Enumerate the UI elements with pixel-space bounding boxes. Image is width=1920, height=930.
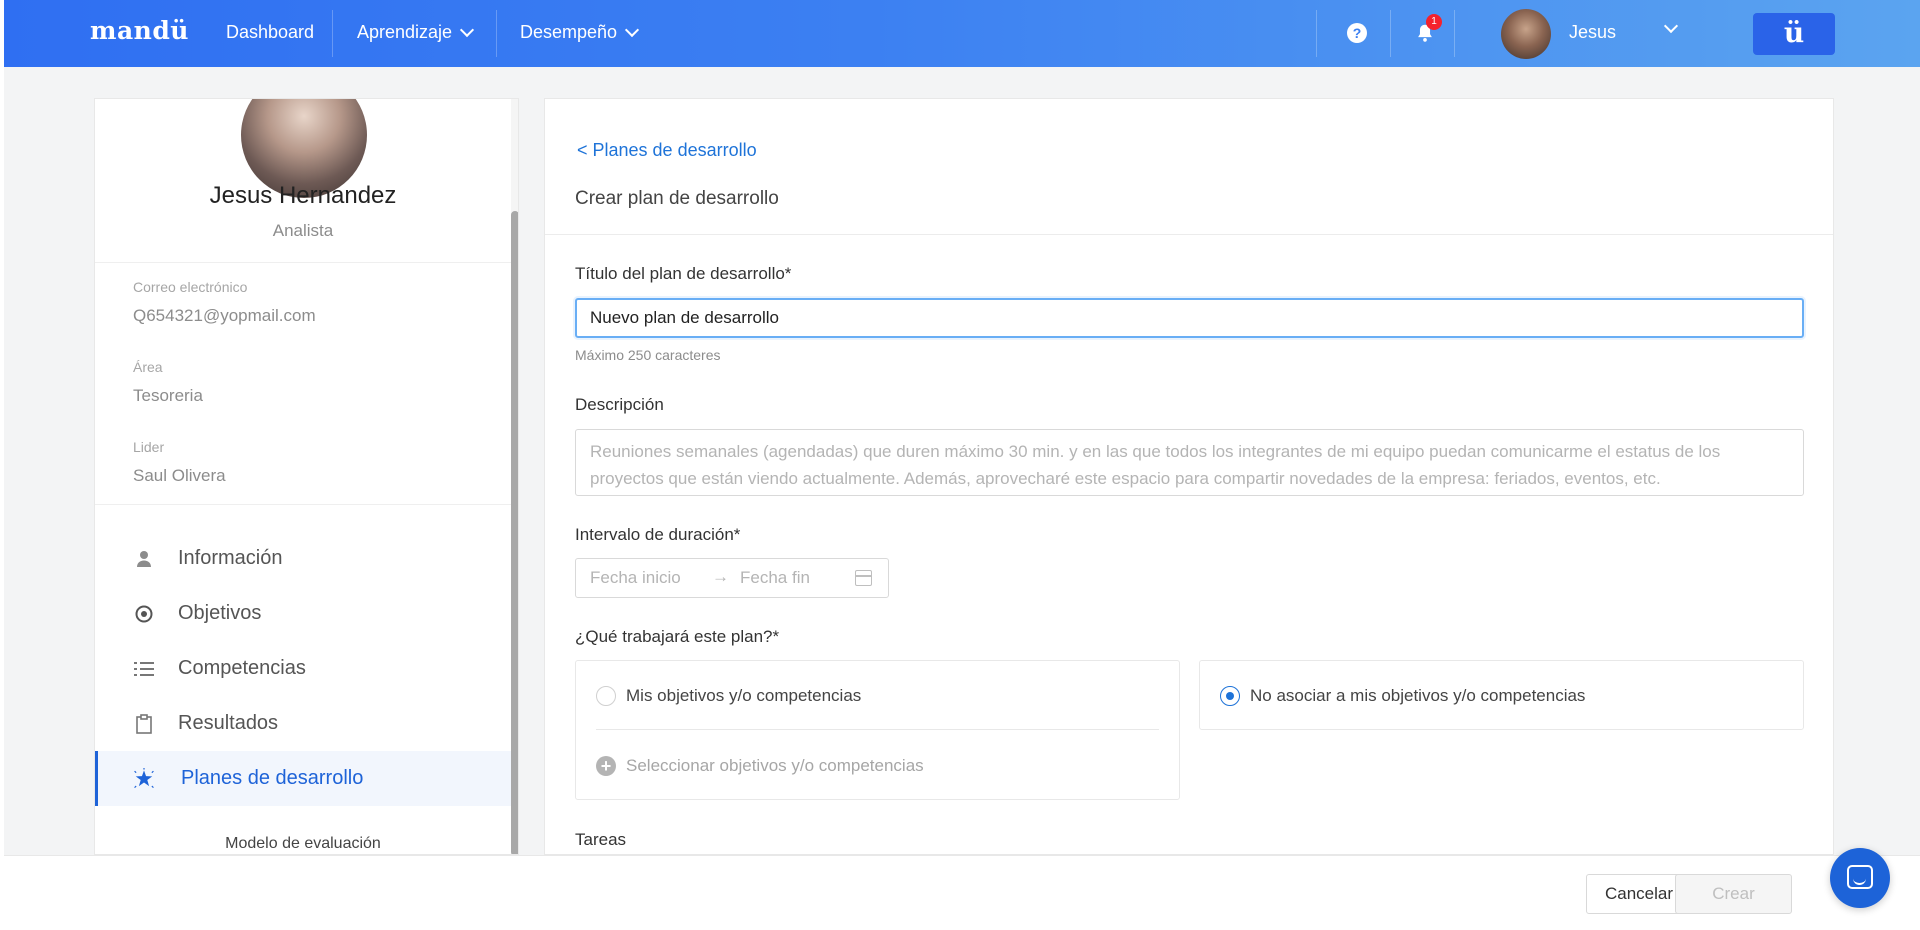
no-association-radio[interactable] — [1220, 686, 1240, 706]
email-value: Q654321@yopmail.com — [133, 306, 316, 325]
notification-badge: 1 — [1426, 14, 1442, 30]
nav-divider — [496, 10, 497, 57]
nav-divider — [332, 10, 333, 57]
nav-divider — [1454, 10, 1455, 57]
arrow-right-icon: → — [712, 567, 729, 586]
sidebar-item-label: Competencias — [178, 657, 306, 679]
clipboard-icon — [133, 713, 155, 735]
calendar-icon[interactable] — [855, 570, 872, 586]
chevron-down-icon[interactable] — [1663, 18, 1679, 34]
top-navigation-bar: mandü Dashboard Aprendizaje Desempeño ? … — [4, 0, 1920, 67]
sidebar-item-objetivos[interactable]: Objetivos — [95, 586, 511, 641]
duration-interval-label: Intervalo de duración* — [575, 525, 741, 544]
email-label: Correo electrónico — [133, 279, 248, 295]
user-name[interactable]: Jesus — [1569, 22, 1616, 43]
description-textarea[interactable]: Reuniones semanales (agendadas) que dure… — [575, 429, 1804, 496]
page-title: Crear plan de desarrollo — [575, 188, 779, 209]
sidebar-item-resultados[interactable]: Resultados — [95, 696, 511, 751]
tasks-label: Tareas — [575, 830, 627, 849]
own-objectives-label[interactable]: Mis objetivos y/o competencias — [626, 686, 861, 706]
description-placeholder-line: Reuniones semanales (agendadas) que dure… — [590, 442, 1721, 461]
area-value: Tesoreria — [133, 386, 203, 405]
chat-icon — [1847, 865, 1873, 889]
plan-title-hint: Máximo 250 caracteres — [575, 347, 721, 363]
leader-label: Lider — [133, 439, 165, 455]
nav-dashboard[interactable]: Dashboard — [226, 22, 314, 43]
plan-title-input[interactable]: Nuevo plan de desarrollo — [575, 298, 1804, 338]
leader-value: Saul Olivera — [133, 466, 226, 485]
description-placeholder-line: proyectos que están viendo actualmente. … — [590, 469, 1661, 488]
description-label: Descripción — [575, 395, 664, 414]
start-date-input[interactable]: Fecha inicio — [590, 568, 681, 588]
sidebar-item-informacion[interactable]: Información — [95, 531, 511, 586]
user-icon — [133, 548, 155, 570]
sidebar-item-planes-de-desarrollo[interactable]: Planes de desarrollo — [95, 751, 511, 806]
nav-divider — [1316, 10, 1317, 57]
sidebar-item-label: Planes de desarrollo — [181, 767, 364, 789]
select-objectives-link[interactable]: Seleccionar objetivos y/o competencias — [626, 756, 924, 776]
plus-circle-icon[interactable]: + — [596, 756, 616, 776]
sidebar-item-label: Resultados — [178, 712, 279, 734]
plan-title-label: Título del plan de desarrollo* — [575, 264, 792, 283]
question-circle-icon[interactable]: ? — [1347, 23, 1367, 43]
no-association-label[interactable]: No asociar a mis objetivos y/o competenc… — [1250, 686, 1585, 706]
star-burst-icon — [133, 767, 155, 790]
brand-app-button[interactable]: ü — [1753, 13, 1835, 55]
development-plan-form-card: < Planes de desarrollo Crear plan de des… — [544, 98, 1834, 855]
divider — [596, 729, 1159, 730]
chevron-down-icon — [624, 22, 640, 38]
nav-desempeno[interactable]: Desempeño — [520, 22, 640, 43]
create-button[interactable]: Crear — [1675, 874, 1792, 914]
nav-divider — [1390, 10, 1391, 57]
nav-desempeno-label: Desempeño — [520, 22, 618, 42]
evaluation-model-label: Modelo de evaluación — [225, 835, 381, 852]
own-objectives-radio[interactable] — [596, 686, 616, 706]
nav-dashboard-label: Dashboard — [226, 22, 315, 42]
divider — [545, 234, 1833, 235]
end-date-input[interactable]: Fecha fin — [740, 568, 810, 588]
nav-aprendizaje[interactable]: Aprendizaje — [357, 22, 475, 43]
profile-role: Analista — [272, 221, 334, 240]
plan-scope-label: ¿Qué trabajará este plan?* — [575, 627, 780, 646]
area-label: Área — [133, 359, 163, 375]
sidebar-item-label: Información — [178, 547, 283, 569]
chat-button[interactable] — [1830, 848, 1890, 908]
option-own-objectives-box: Mis objetivos y/o competencias + Selecci… — [575, 660, 1180, 800]
sidebar-item-competencias[interactable]: Competencias — [95, 641, 511, 696]
divider — [95, 262, 511, 263]
sidebar-item-label: Objetivos — [178, 602, 262, 624]
profile-name: Jesus Hernandez — [209, 182, 397, 209]
list-icon — [133, 658, 155, 680]
chevron-down-icon — [459, 22, 475, 38]
scrollbar-thumb[interactable] — [511, 211, 518, 854]
divider — [95, 504, 511, 505]
app-logo[interactable]: mandü — [90, 16, 189, 45]
back-to-development-plans-link[interactable]: < Planes de desarrollo — [577, 140, 757, 161]
target-icon — [133, 603, 155, 625]
date-range-picker[interactable]: Fecha inicio → Fecha fin — [575, 558, 889, 598]
option-no-association-box: No asociar a mis objetivos y/o competenc… — [1199, 660, 1804, 730]
profile-card: Jesus Hernandez Analista Correo electrón… — [94, 98, 519, 855]
avatar[interactable] — [1501, 9, 1551, 59]
nav-aprendizaje-label: Aprendizaje — [357, 22, 453, 42]
